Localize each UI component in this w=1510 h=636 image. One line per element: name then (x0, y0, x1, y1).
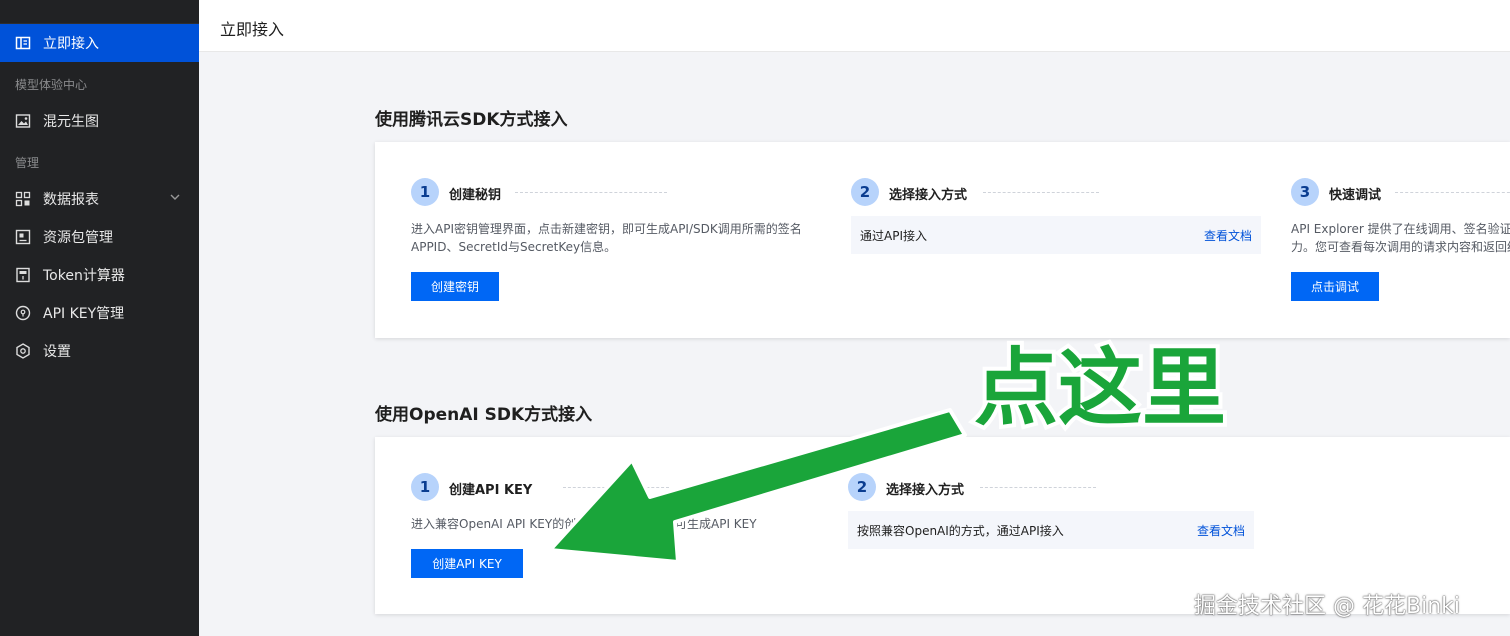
sidebar-item-label: 资源包管理 (43, 230, 113, 246)
annotation-arrow (548, 408, 967, 564)
sidebar-item-label: 设置 (43, 344, 71, 360)
description-line: 进入API密钥管理界面，点击新建密钥，即可生成API/SDK调用所需的签名 (411, 222, 802, 236)
sidebar-section-manage: 管理 (15, 156, 40, 170)
step-description: API Explorer 提供了在线调用、签名验证、 力。您可查看每次调用的请求… (1291, 220, 1510, 256)
tencent-sdk-card: 1 创建秘钥 进入API密钥管理界面，点击新建密钥，即可生成API/SDK调用所… (375, 142, 1510, 338)
view-docs-link[interactable]: 查看文档 (1204, 227, 1252, 244)
description-line: APPID、SecretId与SecretKey信息。 (411, 240, 617, 254)
sidebar-item-label: 数据报表 (43, 192, 99, 208)
sidebar-item-label: API KEY管理 (43, 306, 125, 322)
sidebar-item-packages[interactable]: 资源包管理 (0, 218, 199, 256)
step-divider (983, 192, 1099, 193)
step-number: 1 (411, 178, 439, 206)
description-line: API Explorer 提供了在线调用、签名验证、 (1291, 222, 1510, 236)
access-method-text: 通过API接入 (860, 229, 927, 243)
page-header: 立即接入 (199, 0, 1510, 52)
chevron-down-icon (169, 191, 181, 207)
step-number: 1 (411, 473, 439, 501)
sidebar-item-quick-access[interactable]: 立即接入 (0, 24, 199, 62)
key-circle-icon (15, 305, 31, 321)
sidebar: 立即接入 模型体验中心 混元生图 管理 数据报表 资源包管理 Token计算器 (0, 0, 199, 636)
sidebar-item-label: 混元生图 (43, 114, 99, 130)
sidebar-item-token-calculator[interactable]: Token计算器 (0, 256, 199, 294)
calculator-icon (15, 267, 31, 283)
step-label: 创建API KEY (449, 483, 533, 498)
step-label: 快速调试 (1329, 188, 1382, 203)
annotation-label: 点这里 (970, 335, 1230, 441)
quick-debug-button[interactable]: 点击调试 (1291, 272, 1379, 301)
step-number: 2 (851, 178, 879, 206)
create-api-key-button[interactable]: 创建API KEY (411, 549, 523, 578)
step-divider (1395, 192, 1510, 193)
step-divider (515, 192, 667, 193)
sidebar-item-reports[interactable]: 数据报表 (0, 180, 199, 218)
sidebar-item-hunyuan-image[interactable]: 混元生图 (0, 102, 199, 140)
watermark: 掘金技术社区 @ 花花Binki (1194, 594, 1460, 619)
image-icon (15, 113, 31, 129)
step-label: 选择接入方式 (889, 188, 968, 203)
sidebar-section-models: 模型体验中心 (15, 78, 88, 92)
settings-icon (15, 343, 31, 359)
section-title-tencent-sdk: 使用腾讯云SDK方式接入 (375, 110, 568, 130)
step-divider (980, 487, 1096, 488)
page-title: 立即接入 (220, 20, 285, 39)
description-line: 力。您可查看每次调用的请求内容和返回结 (1291, 240, 1510, 254)
access-method-box: 通过API接入 查看文档 (851, 216, 1261, 254)
sidebar-item-label: 立即接入 (43, 36, 99, 52)
sidebar-top-divider (0, 0, 199, 24)
sidebar-item-label: Token计算器 (43, 268, 125, 284)
package-icon (15, 229, 31, 245)
sidebar-item-api-key[interactable]: API KEY管理 (0, 294, 199, 332)
create-secret-button[interactable]: 创建密钥 (411, 272, 499, 301)
step-label: 创建秘钥 (449, 188, 502, 203)
sidebar-item-settings[interactable]: 设置 (0, 332, 199, 370)
step-number: 3 (1291, 178, 1319, 206)
annotation-text: 点这里 (974, 339, 1226, 437)
grid-report-icon (15, 191, 31, 207)
view-docs-link[interactable]: 查看文档 (1197, 522, 1245, 539)
step-description: 进入API密钥管理界面，点击新建密钥，即可生成API/SDK调用所需的签名 AP… (411, 220, 831, 256)
quick-access-icon (15, 35, 31, 51)
